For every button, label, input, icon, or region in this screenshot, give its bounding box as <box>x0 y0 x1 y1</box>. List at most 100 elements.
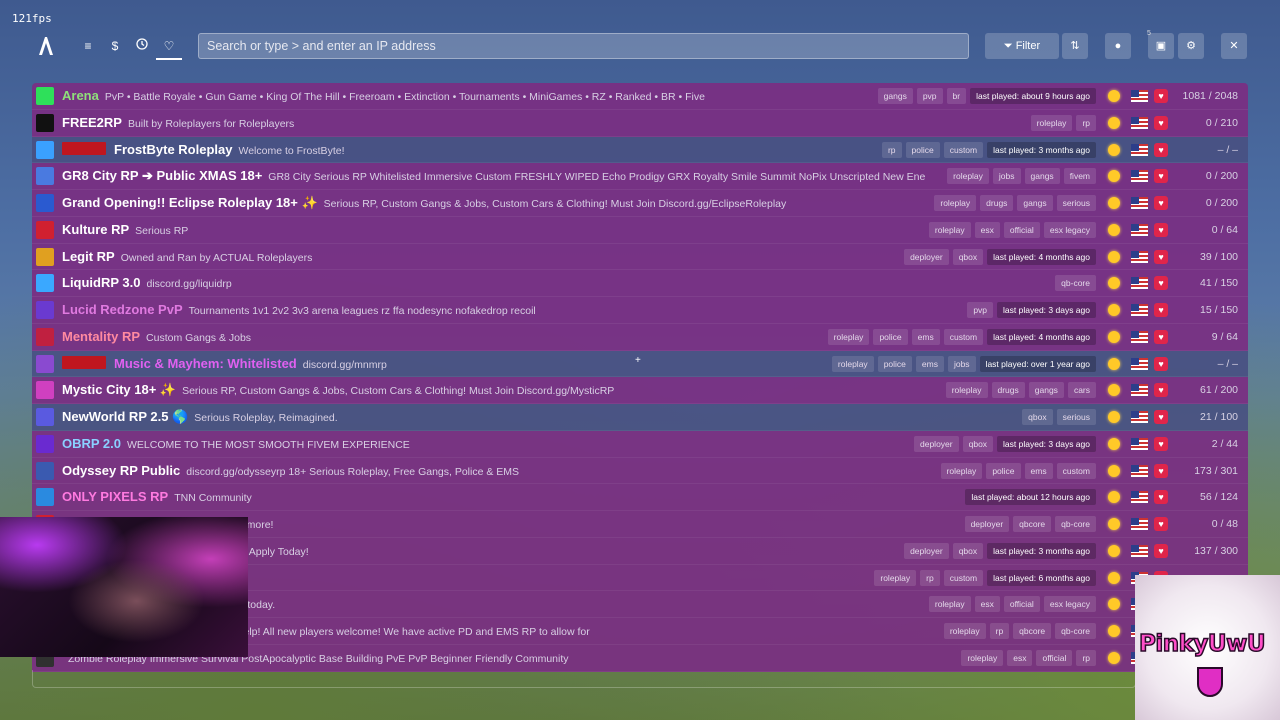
favorite-heart-icon[interactable]: ♥ <box>1154 543 1168 558</box>
player-count: 9 / 64 <box>1211 330 1238 343</box>
last-played: last played: 6 months ago <box>987 569 1096 586</box>
us-flag-icon <box>1131 143 1148 156</box>
favorite-heart-icon[interactable]: ♥ <box>1154 517 1168 531</box>
favorite-heart-icon[interactable]: ♥ <box>1154 383 1168 398</box>
favorite-heart-icon[interactable]: ♥ <box>1154 276 1168 291</box>
server-title: Mystic City 18+ ✨ Serious RP, Custom Gang… <box>62 382 614 398</box>
favorite-heart-icon[interactable]: ♥ <box>1154 329 1168 344</box>
server-tags: last played: about 12 hours ago <box>961 489 1096 507</box>
favorite-heart-icon[interactable]: ♥ <box>1154 89 1168 103</box>
favorite-heart-icon[interactable]: ♥ <box>1154 463 1168 478</box>
server-name: FrostByte Roleplay <box>114 141 233 157</box>
server-tags: roleplay drugs gangs cars <box>942 382 1096 400</box>
server-title: Music & Mayhem: Whitelisted discord.gg/mn… <box>62 355 387 371</box>
server-row[interactable]: Kulture RP Serious RP roleplay esx official e… <box>32 216 1248 244</box>
server-tag: rp <box>881 141 902 158</box>
server-tag: jobs <box>947 355 976 372</box>
server-icon <box>36 301 54 319</box>
server-description: GR8 City Serious RP Whitelisted Immersiv… <box>268 171 926 184</box>
server-row[interactable]: Lucid Redzone PvP Tournaments 1v1 2v2 3v3… <box>32 297 1248 324</box>
favorite-heart-icon[interactable]: ♥ <box>1154 196 1168 210</box>
filter-button[interactable]: ⏷ Filter <box>985 33 1059 59</box>
favorite-heart-icon[interactable]: ♥ <box>1154 115 1168 130</box>
server-tag: qbcore <box>1013 623 1052 639</box>
last-played: last played: 4 months ago <box>987 248 1096 265</box>
favorite-heart-icon[interactable]: ♥ <box>1154 169 1168 184</box>
player-count: 0 / 200 <box>1205 170 1238 183</box>
server-tag: official <box>1003 221 1040 238</box>
premium-tab[interactable]: $ <box>106 37 124 55</box>
us-flag-icon <box>1131 90 1148 102</box>
server-row[interactable]: NewWorld RP 2.5 🌎 Serious Roleplay, Reima… <box>32 404 1248 431</box>
server-name: OBRP 2.0 <box>62 435 122 451</box>
notifications-icon[interactable]: ▣ <box>1148 33 1174 59</box>
server-row[interactable]: FrostByte Roleplay Welcome to FrostByte! r… <box>32 136 1248 164</box>
server-tag: roleplay <box>934 195 977 211</box>
last-played: last played: 4 months ago <box>987 328 1096 345</box>
us-flag-icon <box>1131 437 1148 450</box>
server-name: Grand Opening!! Eclipse Roleplay 18+ ✨ <box>62 195 318 210</box>
premium-sun-icon <box>1108 464 1120 477</box>
alert-icon[interactable]: ● <box>1105 33 1131 59</box>
server-tag: rp <box>920 569 940 586</box>
server-tag: qbcore <box>1013 516 1052 532</box>
favorite-heart-icon[interactable]: ♥ <box>1154 249 1168 264</box>
last-played: last played: about 9 hours ago <box>970 88 1096 104</box>
us-flag-icon <box>1131 330 1148 343</box>
server-title: Lucid Redzone PvP Tournaments 1v1 2v2 3v3… <box>62 302 536 317</box>
server-tag: serious <box>1056 195 1096 211</box>
server-tag: deployer <box>904 542 949 559</box>
server-row[interactable]: ONLY PIXELS RP TNN Community last played: … <box>32 484 1248 511</box>
server-tags: roleplay rp <box>1027 114 1096 133</box>
server-row[interactable]: Mentality RP Custom Gangs & Jobs roleplay p… <box>32 323 1248 351</box>
favorite-heart-icon[interactable]: ♥ <box>1154 490 1168 505</box>
premium-sun-icon <box>1108 330 1120 343</box>
settings-gear-icon[interactable]: ⚙ <box>1178 33 1204 59</box>
close-icon[interactable]: ✕ <box>1221 33 1247 59</box>
server-row[interactable]: Arena PvP • Battle Royale • Gun Game • Ki… <box>32 83 1248 110</box>
us-flag-icon <box>1131 384 1148 397</box>
server-row[interactable]: Odyssey RP Public discord.gg/odysseyrp 18… <box>32 457 1248 485</box>
server-tag: roleplay <box>961 649 1004 666</box>
server-row[interactable]: FREE2RP Built by Roleplayers for Roleplay… <box>32 109 1248 137</box>
favorites-icon[interactable]: ♡ <box>160 37 178 55</box>
server-tag: police <box>905 141 940 158</box>
fps-counter: 121fps <box>12 12 52 25</box>
server-tag: official <box>1003 596 1040 613</box>
player-count: – / – <box>1217 143 1238 156</box>
server-tag: roleplay <box>1030 114 1073 131</box>
player-count: 0 / 64 <box>1211 223 1238 236</box>
server-tags: deployer qbox last played: 4 months ago <box>900 248 1096 267</box>
player-count: – / – <box>1217 357 1238 370</box>
server-icon <box>36 167 54 186</box>
list-icon[interactable]: ≡ <box>79 37 97 55</box>
favorite-heart-icon[interactable]: ♥ <box>1154 142 1168 157</box>
server-row[interactable]: Mystic City 18+ ✨ Serious RP, Custom Gang… <box>32 377 1248 404</box>
sort-button[interactable]: ⇅ <box>1062 33 1088 59</box>
server-tag: esx <box>974 596 1000 613</box>
server-row[interactable]: Grand Opening!! Eclipse Roleplay 18+ ✨ Se… <box>32 190 1248 217</box>
server-title: FrostByte Roleplay Welcome to FrostByte! <box>62 141 345 157</box>
server-title: Odyssey RP Public discord.gg/odysseyrp 18… <box>62 463 519 478</box>
server-tag: police <box>873 328 908 345</box>
favorite-heart-icon[interactable]: ♥ <box>1154 222 1168 237</box>
search-input[interactable]: Search or type > and enter an IP address <box>198 33 969 59</box>
server-row[interactable]: GR8 City RP ➔ Public XMAS 18+ GR8 City Se… <box>32 163 1248 190</box>
favorite-heart-icon[interactable]: ♥ <box>1154 410 1168 424</box>
server-row[interactable]: LiquidRP 3.0 discord.gg/liquidrp qb-core ♥ 4… <box>32 270 1248 297</box>
player-count: 2 / 44 <box>1211 437 1238 450</box>
server-row[interactable]: Legit RP Owned and Ran by ACTUAL Roleplay… <box>32 243 1248 271</box>
premium-sun-icon <box>1108 90 1120 102</box>
favorite-heart-icon[interactable]: ♥ <box>1154 303 1168 317</box>
history-icon[interactable] <box>133 37 151 55</box>
server-tag: esx <box>974 221 1000 238</box>
favorite-heart-icon[interactable]: ♥ <box>1154 356 1168 371</box>
favorite-heart-icon[interactable]: ♥ <box>1154 436 1168 451</box>
us-flag-icon <box>1131 357 1148 370</box>
last-played: last played: over 1 year ago <box>979 355 1096 372</box>
server-row[interactable]: OBRP 2.0 WELCOME TO THE MOST SMOOTH FIVEM… <box>32 430 1248 458</box>
mouse-cursor-icon: + <box>635 355 641 366</box>
server-description: Serious RP, Custom Gangs & Jobs, Custom … <box>323 198 787 210</box>
active-tab-indicator <box>156 58 182 60</box>
fivem-logo-icon[interactable] <box>37 35 55 57</box>
